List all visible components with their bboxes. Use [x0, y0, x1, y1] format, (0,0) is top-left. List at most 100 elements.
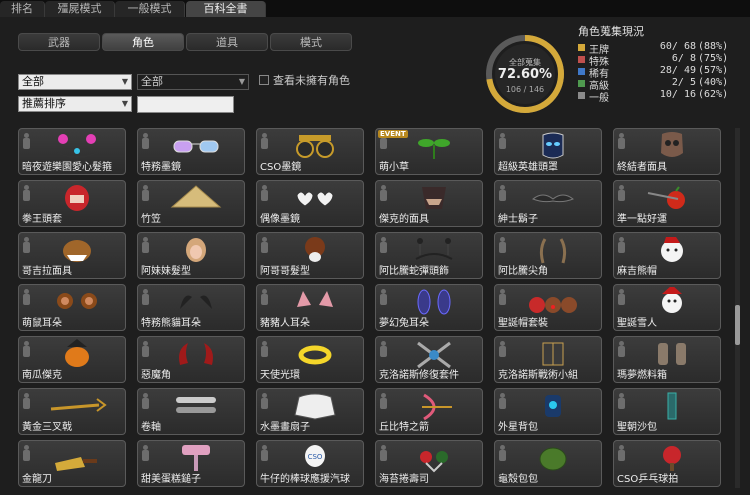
item-label: 阿哥哥髮型: [260, 266, 310, 277]
item-card[interactable]: 金龍刀: [18, 440, 126, 487]
item-card[interactable]: 惡魔角: [137, 336, 245, 383]
horns-icon: [539, 238, 567, 264]
item-card[interactable]: 克洛諾斯戰術小組: [494, 336, 602, 383]
item-label: 傑克的面具: [379, 214, 429, 225]
item-card[interactable]: 水墨畫扇子: [256, 388, 364, 435]
party-glasses-icon: [296, 135, 334, 158]
item-card[interactable]: 阿哥哥髮型: [256, 232, 364, 279]
item-label: 天使光環: [260, 370, 300, 381]
item-card[interactable]: 拳王頭套: [18, 180, 126, 227]
item-label: 超級英雄頭罩: [498, 162, 558, 173]
boxing-helmet-icon: [65, 185, 89, 211]
item-label: 阿妹妹髮型: [141, 266, 191, 277]
stat-percent: (88%): [698, 41, 729, 52]
item-card[interactable]: 外星背包: [494, 388, 602, 435]
event-badge: EVENT: [378, 130, 408, 138]
item-card[interactable]: 豬豬人耳朵: [256, 284, 364, 331]
subtab-weapons[interactable]: 武器: [18, 33, 100, 51]
top-tab-bar: 排名 殭屍模式 一般模式 百科全書: [0, 0, 750, 18]
search-input[interactable]: [137, 96, 234, 113]
subcategory-dropdown[interactable]: 全部 ▼: [137, 74, 249, 90]
item-card[interactable]: 暗夜遊樂園愛心髮箍: [18, 128, 126, 175]
item-card[interactable]: 丘比特之箭: [375, 388, 483, 435]
item-card[interactable]: 超級英雄頭罩: [494, 128, 602, 175]
fan-icon: [294, 393, 336, 420]
item-card[interactable]: 終結者面具: [613, 128, 721, 175]
item-card[interactable]: 聖誕帽套裝: [494, 284, 602, 331]
sort-dropdown[interactable]: 推薦排序 ▼: [18, 96, 132, 112]
item-card[interactable]: 瑪夢燃料箱: [613, 336, 721, 383]
person-icon: [260, 341, 268, 358]
item-card[interactable]: 海苔捲壽司: [375, 440, 483, 487]
item-label: 克洛諾斯修復套件: [379, 370, 459, 381]
item-card[interactable]: 特務熊貓耳朵: [137, 284, 245, 331]
straw-hat-icon: [170, 185, 222, 208]
item-card[interactable]: CSO乒乓球拍: [613, 440, 721, 487]
item-card[interactable]: 準一點好運: [613, 180, 721, 227]
item-card[interactable]: 特務墨鏡: [137, 128, 245, 175]
item-card[interactable]: 竹笠: [137, 180, 245, 227]
item-card[interactable]: CSO墨鏡: [256, 128, 364, 175]
item-card[interactable]: 麻吉熊帽: [613, 232, 721, 279]
item-card[interactable]: 聖誕雪人: [613, 284, 721, 331]
person-icon: [498, 341, 506, 358]
person-icon: [379, 393, 387, 410]
item-card[interactable]: 南瓜傑克: [18, 336, 126, 383]
item-label: 黃金三叉戟: [22, 422, 72, 433]
item-card[interactable]: 卷軸: [137, 388, 245, 435]
show-unowned-checkbox[interactable]: [259, 75, 269, 85]
scrollbar-thumb[interactable]: [735, 305, 740, 345]
person-icon: [498, 289, 506, 306]
person-icon: [260, 185, 268, 202]
item-label: 水墨畫扇子: [260, 422, 310, 433]
item-card[interactable]: 紳士鬍子: [494, 180, 602, 227]
spring-headband-icon: [415, 238, 453, 260]
item-card[interactable]: 夢幻兔耳朵: [375, 284, 483, 331]
subtab-characters[interactable]: 角色: [102, 33, 184, 51]
category-dropdown[interactable]: 全部 ▼: [18, 74, 132, 90]
item-card[interactable]: 龜殼包包: [494, 440, 602, 487]
repair-kit-icon: [417, 341, 451, 369]
chevron-down-icon: ▼: [121, 77, 128, 86]
person-icon: [22, 393, 30, 410]
item-card[interactable]: CSO 牛仔的棒球應援汽球: [256, 440, 364, 487]
stat-value: 28/ 49: [659, 65, 696, 76]
stat-color-swatch: [578, 44, 585, 51]
person-icon: [498, 237, 506, 254]
item-card[interactable]: 聖朝沙包: [613, 388, 721, 435]
collection-count: 106 / 146: [505, 85, 545, 94]
person-icon: [379, 289, 387, 306]
item-card[interactable]: 偶像墨鏡: [256, 180, 364, 227]
tab-ranking[interactable]: 排名: [0, 1, 45, 17]
item-card[interactable]: 傑克的面具: [375, 180, 483, 227]
item-card[interactable]: 阿比騰尖角: [494, 232, 602, 279]
item-label: 萌鼠耳朵: [22, 318, 62, 329]
reindeer-set-icon: [529, 297, 577, 313]
tab-zombie-mode[interactable]: 殭屍模式: [45, 1, 115, 17]
item-card[interactable]: 萌鼠耳朵: [18, 284, 126, 331]
item-card[interactable]: 克洛諾斯修復套件: [375, 336, 483, 383]
person-icon: [260, 445, 268, 462]
tab-normal-mode[interactable]: 一般模式: [115, 1, 185, 17]
category-value: 全部: [22, 75, 44, 88]
item-card[interactable]: 天使光環: [256, 336, 364, 383]
person-icon: [141, 341, 149, 358]
item-card[interactable]: 萌小草 EVENT: [375, 128, 483, 175]
item-label: CSO墨鏡: [260, 162, 302, 173]
item-label: 丘比特之箭: [379, 422, 429, 433]
person-icon: [498, 445, 506, 462]
subtab-modes[interactable]: 模式: [270, 33, 352, 51]
item-card[interactable]: 黃金三叉戟: [18, 388, 126, 435]
tab-encyclopedia[interactable]: 百科全書: [186, 1, 266, 18]
stat-value: 2/ 5: [671, 77, 696, 88]
item-card[interactable]: 阿妹妹髮型: [137, 232, 245, 279]
subtab-items[interactable]: 道具: [186, 33, 268, 51]
item-card[interactable]: 阿比騰蛇彈頭飾: [375, 232, 483, 279]
cupid-bow-icon: [422, 393, 452, 421]
item-label: 竹笠: [141, 214, 161, 225]
stat-percent: (75%): [698, 53, 729, 64]
item-card[interactable]: 甜美蛋糕鎚子: [137, 440, 245, 487]
item-card[interactable]: 哥吉拉面具: [18, 232, 126, 279]
item-label: 海苔捲壽司: [379, 474, 429, 485]
show-unowned-label: 查看未擁有角色: [273, 74, 350, 87]
